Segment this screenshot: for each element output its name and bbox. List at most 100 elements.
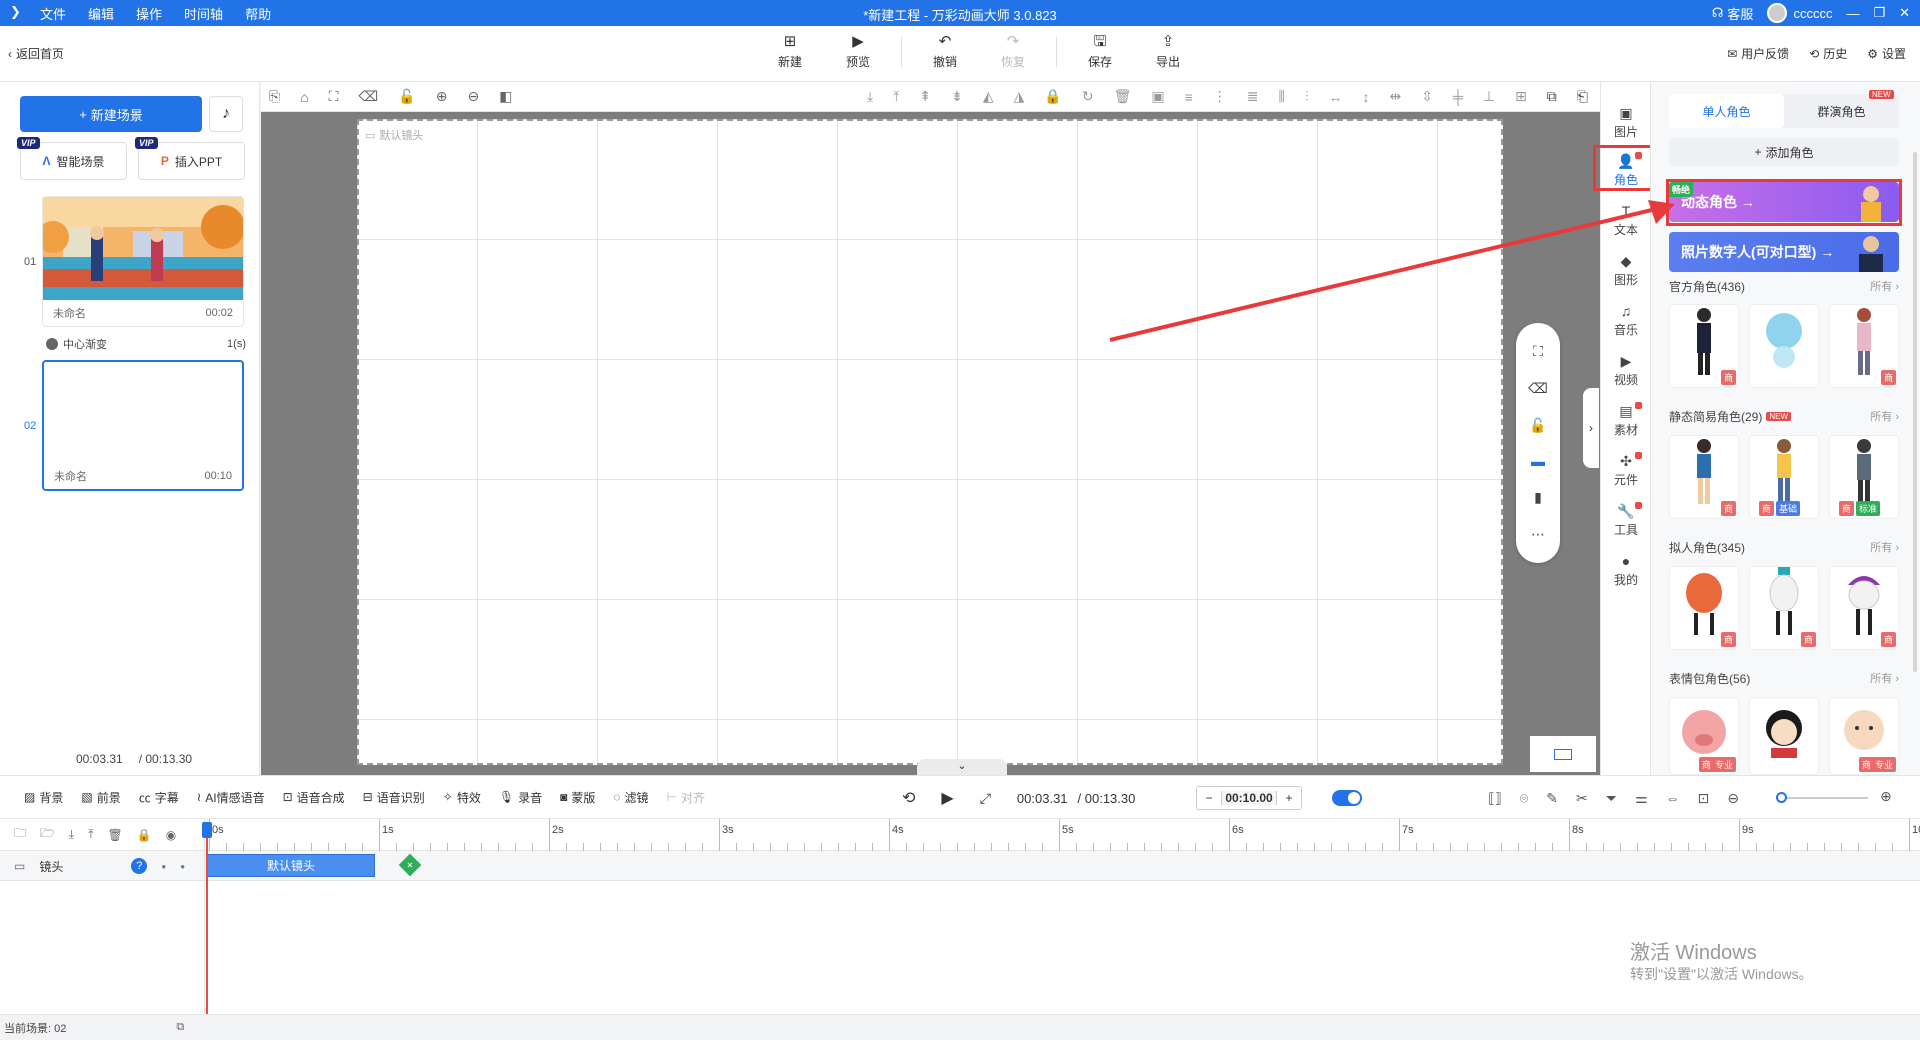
toggle-switch[interactable] <box>1332 790 1362 806</box>
maximize-button[interactable]: ❐ <box>1873 5 1885 21</box>
distribute-h-icon[interactable]: ⫼ <box>1279 88 1285 105</box>
grid-icon[interactable]: ⊞ <box>1515 88 1527 105</box>
tab-video[interactable]: ▶ 视频 <box>1601 354 1651 388</box>
add-keyframe-icon[interactable]: + <box>398 853 422 877</box>
new-button[interactable]: ⊞ 新建 <box>765 34 815 70</box>
format-painter-icon[interactable]: ⎘ <box>269 88 280 105</box>
delete-icon[interactable]: 🗑 <box>1114 88 1132 105</box>
playhead-handle[interactable] <box>202 822 212 838</box>
camera-icon[interactable]: ⌾ <box>1520 790 1528 807</box>
save-button[interactable]: 🖫 保存 <box>1075 34 1125 70</box>
character-card[interactable] <box>1749 304 1819 388</box>
lock-icon[interactable]: 🔒 <box>1044 88 1061 105</box>
move-up-icon[interactable]: ⤒ <box>88 827 93 842</box>
help-icon[interactable]: ? <box>131 858 148 874</box>
preview-button[interactable]: ▶ 预览 <box>833 34 883 70</box>
fit-width-icon[interactable]: ⇔ <box>1666 790 1680 806</box>
smart-scene-button[interactable]: VIP Λ 智能场景 <box>17 137 127 180</box>
move-down-icon[interactable]: ⤓ <box>69 827 74 842</box>
more-icon[interactable]: ⋯ <box>1531 526 1545 543</box>
tab-single-character[interactable]: 单人角色 <box>1669 94 1784 128</box>
unlock-icon[interactable]: 🔓 <box>1529 417 1546 434</box>
character-card[interactable]: 商 <box>1829 566 1899 650</box>
see-all-link[interactable]: 所有 › <box>1870 539 1899 556</box>
distribute-v-icon[interactable]: ⫶ <box>1305 88 1309 105</box>
see-all-link[interactable]: 所有 › <box>1870 408 1899 425</box>
plus-button[interactable]: + <box>1277 791 1301 805</box>
close-button[interactable]: ✕ <box>1899 5 1910 21</box>
flip-v-icon[interactable]: ◮ <box>1014 88 1025 105</box>
paste-icon[interactable]: ⎗ <box>1577 88 1588 105</box>
tab-component[interactable]: ✣ 元件 <box>1601 452 1651 488</box>
user-menu[interactable]: cccccc <box>1767 3 1832 23</box>
flip-h-icon[interactable]: ◭ <box>983 88 994 105</box>
expand-panel-button[interactable]: › <box>1583 388 1599 468</box>
settings-button[interactable]: ⚙ 设置 <box>1867 45 1906 62</box>
bracket-icon[interactable]: ⟦⟧ <box>1488 790 1502 807</box>
foreground-button[interactable]: ▧ 前景 <box>81 789 120 806</box>
mask-button[interactable]: ◙ 蒙版 <box>560 789 595 806</box>
duration-stepper[interactable]: − 00:10.00 + <box>1196 786 1302 810</box>
redo-button[interactable]: ↷ 恢复 <box>988 34 1038 70</box>
home-icon[interactable]: ⌂ <box>300 89 308 105</box>
new-scene-button[interactable]: + 新建场景 <box>20 96 202 132</box>
align-center-icon[interactable]: ⋮ <box>1213 88 1227 105</box>
ratio-icon[interactable]: ⊡ <box>1698 790 1710 807</box>
character-card[interactable] <box>1749 697 1819 775</box>
menu-edit[interactable]: 编辑 <box>88 4 114 23</box>
lock-icon[interactable]: 🔒 <box>137 828 152 842</box>
character-card[interactable]: 商 <box>1829 304 1899 388</box>
eraser-icon[interactable]: ⌫ <box>1528 380 1548 397</box>
collapse-timeline-button[interactable]: ⌄ <box>917 759 1007 775</box>
minus-button[interactable]: − <box>1197 791 1221 805</box>
background-button[interactable]: ▨ 背景 <box>24 789 63 806</box>
funnel-icon[interactable]: ⏷ <box>1606 790 1617 807</box>
new-folder-icon[interactable]: 🗁 <box>40 824 55 845</box>
align-right-icon[interactable]: ≣ <box>1247 88 1259 105</box>
zoom-out-icon[interactable]: ⊖ <box>1727 790 1739 807</box>
tts-button[interactable]: ⊡ 语音合成 <box>283 789 345 806</box>
eraser-icon[interactable]: ⌫ <box>358 88 378 105</box>
music-icon[interactable]: ♪ <box>209 96 243 132</box>
see-all-link[interactable]: 所有 › <box>1870 670 1899 687</box>
see-all-link[interactable]: 所有 › <box>1870 278 1899 295</box>
fit-screen-icon[interactable]: ⛶ <box>329 88 339 105</box>
align-top-icon[interactable]: ⤒ <box>893 88 899 105</box>
bring-forward-icon[interactable]: ⇞ <box>919 88 931 105</box>
tab-mine[interactable]: ● 我的 <box>1601 554 1651 588</box>
align-middle-icon[interactable]: ╪ <box>1453 89 1463 105</box>
delete-icon[interactable]: 🗑 <box>108 828 123 842</box>
fullscreen-icon[interactable]: ⤢ <box>980 790 991 807</box>
rotate-icon[interactable]: ↻ <box>1082 88 1094 105</box>
add-character-button[interactable]: + 添加角色 <box>1669 138 1899 166</box>
eye-icon[interactable]: ◉ <box>166 828 176 842</box>
character-card[interactable]: 商 <box>1749 566 1819 650</box>
split-icon[interactable]: ✂ <box>1576 790 1588 807</box>
back-home-button[interactable]: ‹ 返回首页 <box>8 45 64 62</box>
camera-clip[interactable]: 默认镜头 <box>207 854 375 877</box>
tab-group-character[interactable]: 群演角色 <box>1784 94 1899 128</box>
dot-icon[interactable]: ● <box>180 862 185 871</box>
align-button[interactable]: ⊢ 对齐 <box>667 789 705 806</box>
playhead[interactable] <box>202 822 212 1014</box>
aspect-ratio-button[interactable] <box>1530 736 1596 772</box>
zoom-slider[interactable] <box>1776 792 1868 803</box>
tab-material[interactable]: ▤ 素材 <box>1601 402 1651 438</box>
character-card[interactable]: 商 <box>1669 435 1739 519</box>
same-height-icon[interactable]: ↕ <box>1362 89 1369 105</box>
insert-ppt-button[interactable]: VIP P 插入PPT <box>135 137 245 180</box>
same-width-icon[interactable]: ↔ <box>1328 89 1342 105</box>
send-backward-icon[interactable]: ⇟ <box>951 88 963 105</box>
character-card[interactable]: 标准商 <box>1829 435 1899 519</box>
menu-help[interactable]: 帮助 <box>245 4 271 23</box>
undo-button[interactable]: ↶ 撤销 <box>920 34 970 70</box>
align-baseline-icon[interactable]: ⊥ <box>1483 88 1495 105</box>
menu-timeline[interactable]: 时间轴 <box>184 4 223 23</box>
zoom-in-icon[interactable]: ⊕ <box>436 88 448 105</box>
character-card[interactable]: 商 <box>1669 566 1739 650</box>
tab-image[interactable]: ▣ 图片 <box>1601 106 1651 140</box>
zoom-out-icon[interactable]: ⊖ <box>467 88 479 105</box>
transition-row[interactable]: 中心渐变 1(s) <box>46 336 246 352</box>
play-button[interactable]: ▶ <box>941 788 953 808</box>
duration-value[interactable]: 00:10.00 <box>1221 791 1277 805</box>
